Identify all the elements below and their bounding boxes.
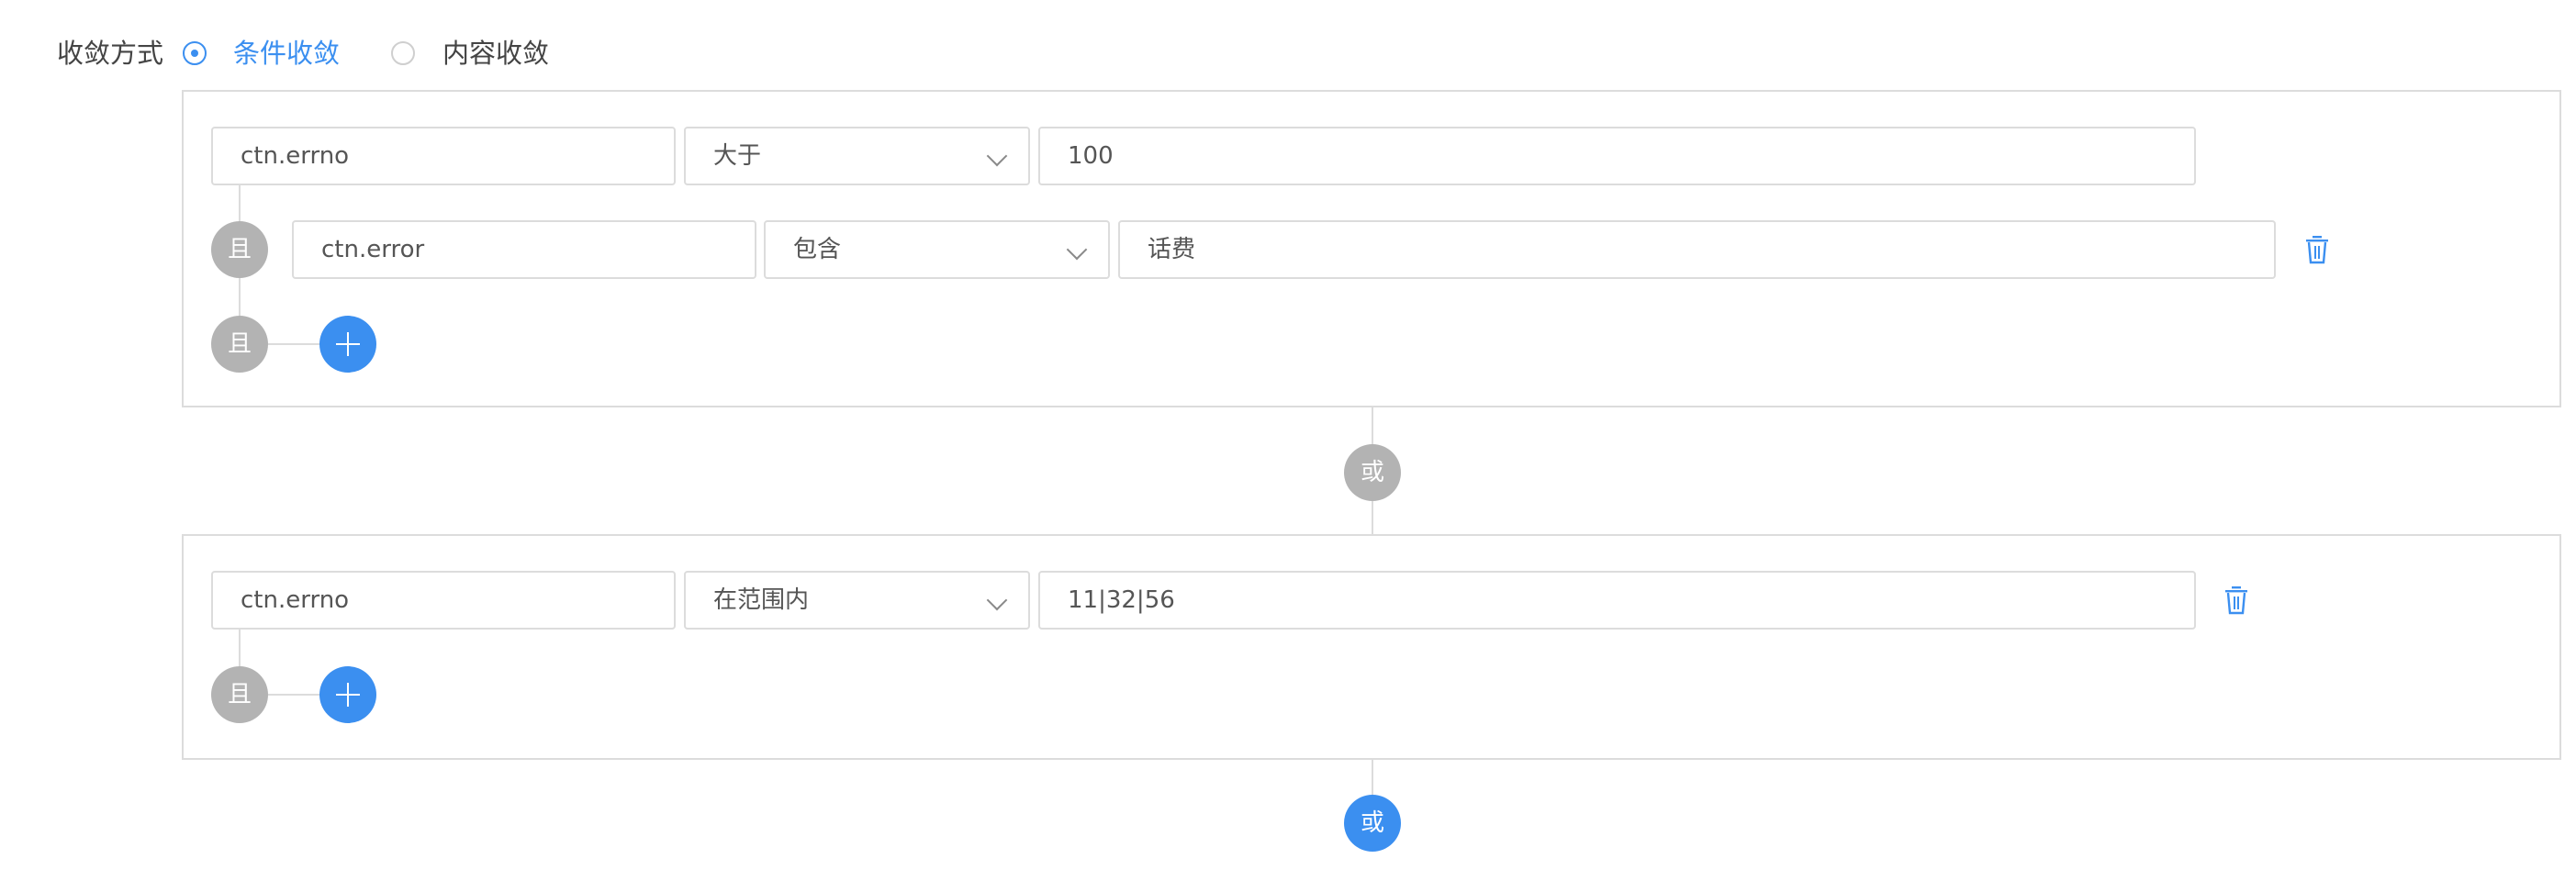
operator-select-value: 包含 [793,236,842,263]
trash-icon[interactable] [2304,235,2330,264]
field-input[interactable]: ctn.error [292,220,756,279]
radio-condition-convergence[interactable] [183,41,207,65]
and-connector: 且 [211,666,268,723]
or-connector[interactable]: 或 [1344,444,1401,501]
convergence-mode-label: 收敛方式 [57,38,164,69]
and-connector[interactable]: 且 [211,221,268,278]
field-input[interactable]: ctn.errno [211,127,676,185]
radio-content-convergence-label[interactable]: 内容收敛 [442,33,549,73]
operator-select-value: 大于 [713,142,762,170]
value-input[interactable]: 100 [1038,127,2196,185]
chevron-down-icon [986,589,1008,611]
group1-connector-line-lower [239,279,241,316]
operator-select[interactable]: 在范围内 [684,571,1030,630]
radio-condition-convergence-label[interactable]: 条件收敛 [233,33,340,73]
operator-select-value: 在范围内 [713,586,810,614]
or-connector-line [1372,501,1373,536]
operator-select[interactable]: 大于 [684,127,1030,185]
add-connector-line [268,343,319,345]
radio-content-convergence[interactable] [391,41,415,65]
chevron-down-icon [1066,239,1088,261]
field-input[interactable]: ctn.errno [211,571,676,630]
condition-group-2 [182,534,2561,760]
trash-icon[interactable] [2223,585,2249,615]
or-connector-line [1372,760,1373,797]
or-connector-line [1372,407,1373,444]
add-connector-line [268,694,319,696]
value-input[interactable]: 话费 [1118,220,2276,279]
and-connector: 且 [211,316,268,373]
value-input[interactable]: 11|32|56 [1038,571,2196,630]
add-or-button[interactable]: 或 [1344,795,1401,852]
operator-select[interactable]: 包含 [764,220,1110,279]
plus-icon[interactable] [319,666,376,723]
chevron-down-icon [986,145,1008,167]
plus-icon[interactable] [319,316,376,373]
